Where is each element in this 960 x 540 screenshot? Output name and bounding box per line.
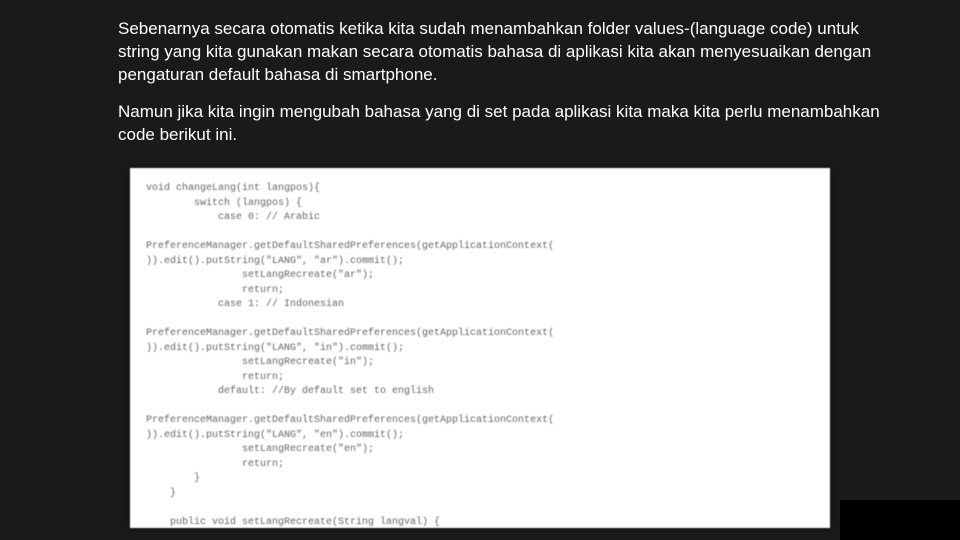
code-snippet: void changeLang(int langpos){ switch (la… [130, 168, 830, 528]
paragraph-2: Namun jika kita ingin mengubah bahasa ya… [118, 101, 898, 147]
corner-accent [840, 500, 960, 540]
body-text: Sebenarnya secara otomatis ketika kita s… [118, 18, 898, 147]
slide: Sebenarnya secara otomatis ketika kita s… [0, 0, 960, 540]
paragraph-1: Sebenarnya secara otomatis ketika kita s… [118, 18, 898, 87]
